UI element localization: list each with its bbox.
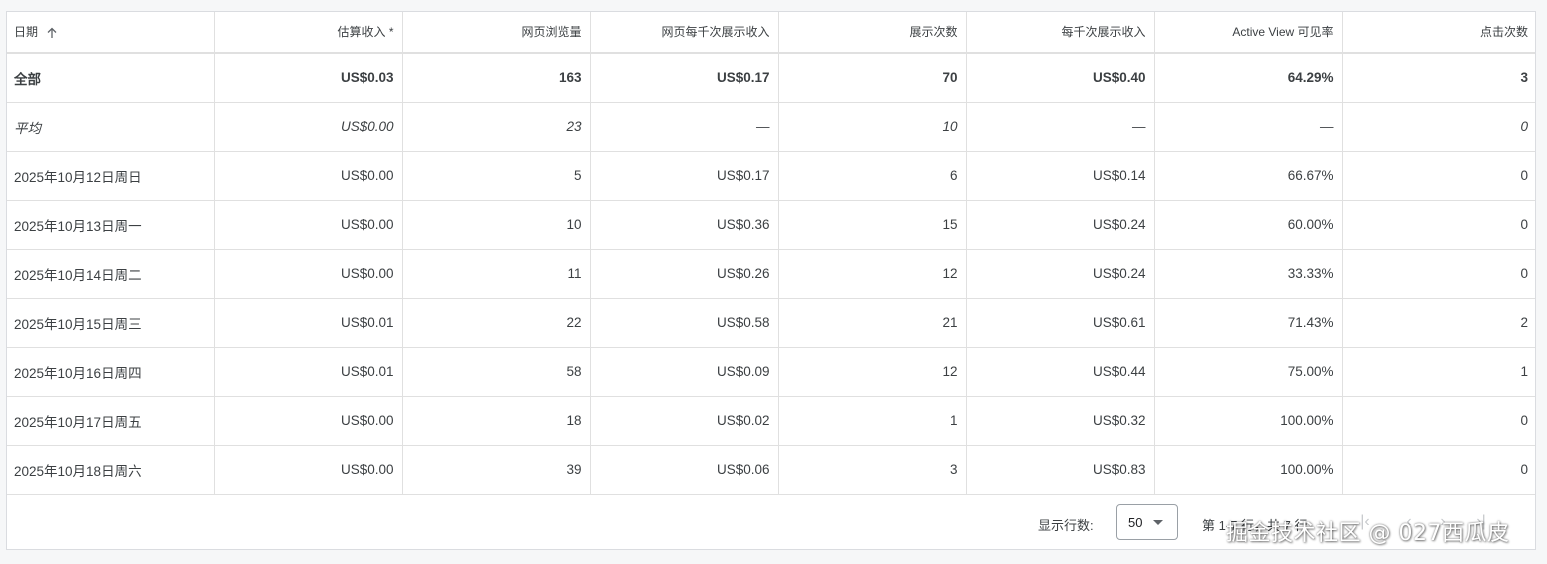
table-cell: 2025年10月16日周四 (7, 347, 215, 397)
table-cell: US$0.24 (966, 249, 1155, 299)
table-cell: 100.00% (1154, 445, 1343, 495)
column-header-estimated-revenue[interactable]: 估算收入 * (214, 12, 403, 54)
table-cell: — (966, 102, 1155, 152)
average-row: 平均 US$0.00 23 — 10 — — 0 (7, 102, 1535, 152)
column-header-active-view-viewable[interactable]: Active View 可见率 (1154, 12, 1343, 54)
table-cell: 0 (1342, 445, 1535, 495)
report-table: 日期 估算收入 * 网页浏览量 网页每千次展示收入 展示次数 每千次展示收入 A… (7, 12, 1535, 495)
table-cell: 2025年10月17日周五 (7, 396, 215, 446)
table-cell: US$0.17 (590, 53, 779, 103)
total-row: 全部 US$0.03 163 US$0.17 70 US$0.40 64.29%… (7, 53, 1535, 103)
column-header-impressions[interactable]: 展示次数 (778, 12, 967, 54)
table-cell: 0 (1342, 151, 1535, 201)
table-cell: US$0.01 (214, 298, 403, 348)
watermark: 掘金技术社区 @ 027西瓜皮 (1226, 521, 1510, 546)
table-cell: 39 (402, 445, 591, 495)
rows-per-page-label: 显示行数: (1038, 518, 1094, 533)
table-cell: 3 (778, 445, 967, 495)
table-cell: 0 (1342, 396, 1535, 446)
table-row: 2025年10月17日周五 US$0.00 18 US$0.02 1 US$0.… (7, 396, 1535, 446)
table-cell: US$0.32 (966, 396, 1155, 446)
table-cell: 100.00% (1154, 396, 1343, 446)
table-cell: US$0.00 (214, 445, 403, 495)
table-cell: — (590, 102, 779, 152)
table-row: 2025年10月13日周一 US$0.00 10 US$0.36 15 US$0… (7, 200, 1535, 250)
table-cell: 6 (778, 151, 967, 201)
table-cell: 22 (402, 298, 591, 348)
table-cell: US$0.83 (966, 445, 1155, 495)
table-cell: 0 (1342, 249, 1535, 299)
table-cell: 12 (778, 347, 967, 397)
table-cell: 1 (1342, 347, 1535, 397)
table-cell: 18 (402, 396, 591, 446)
table-cell: US$0.00 (214, 396, 403, 446)
table-cell: 33.33% (1154, 249, 1343, 299)
table-cell: 1 (778, 396, 967, 446)
table-cell: 21 (778, 298, 967, 348)
table-cell: 60.00% (1154, 200, 1343, 250)
table-cell: US$0.09 (590, 347, 779, 397)
table-cell: US$0.14 (966, 151, 1155, 201)
table-row: 2025年10月18日周六 US$0.00 39 US$0.06 3 US$0.… (7, 445, 1535, 495)
table-cell: 2025年10月18日周六 (7, 445, 215, 495)
column-header-page-views[interactable]: 网页浏览量 (402, 12, 591, 54)
table-cell: — (1154, 102, 1343, 152)
table-cell: US$0.00 (214, 249, 403, 299)
table-cell: US$0.01 (214, 347, 403, 397)
table-cell: 58 (402, 347, 591, 397)
table-cell: 66.67% (1154, 151, 1343, 201)
column-header-page-rpm[interactable]: 网页每千次展示收入 (590, 12, 779, 54)
table-cell: 2025年10月15日周三 (7, 298, 215, 348)
table-row: 2025年10月15日周三 US$0.01 22 US$0.58 21 US$0… (7, 298, 1535, 348)
table-cell: US$0.00 (214, 200, 403, 250)
table-cell: 70 (778, 53, 967, 103)
table-cell: 64.29% (1154, 53, 1343, 103)
table-cell: US$0.61 (966, 298, 1155, 348)
table-row: 2025年10月14日周二 US$0.00 11 US$0.26 12 US$0… (7, 249, 1535, 299)
rows-per-page-value: 50 (1128, 515, 1143, 530)
table-cell: 23 (402, 102, 591, 152)
table-cell: US$0.40 (966, 53, 1155, 103)
table-cell: US$0.02 (590, 396, 779, 446)
table-cell: 10 (778, 102, 967, 152)
table-cell: 10 (402, 200, 591, 250)
table-cell: 0 (1342, 200, 1535, 250)
table-cell: 2 (1342, 298, 1535, 348)
table-cell: US$0.26 (590, 249, 779, 299)
arrow-up-icon[interactable] (46, 27, 58, 39)
column-header-impression-rpm[interactable]: 每千次展示收入 (966, 12, 1155, 54)
table-cell: US$0.06 (590, 445, 779, 495)
table-cell: 163 (402, 53, 591, 103)
table-cell: 2025年10月13日周一 (7, 200, 215, 250)
report-card: 日期 估算收入 * 网页浏览量 网页每千次展示收入 展示次数 每千次展示收入 A… (6, 11, 1536, 550)
table-cell: 2025年10月12日周日 (7, 151, 215, 201)
table-cell: 0 (1342, 102, 1535, 152)
table-cell: 11 (402, 249, 591, 299)
table-cell: US$0.58 (590, 298, 779, 348)
rows-per-page-select[interactable]: 50 (1116, 504, 1178, 540)
table-cell: 3 (1342, 53, 1535, 103)
table-cell: 15 (778, 200, 967, 250)
table-cell: 71.43% (1154, 298, 1343, 348)
table-cell: 75.00% (1154, 347, 1343, 397)
table-cell: US$0.00 (214, 102, 403, 152)
table-cell: US$0.17 (590, 151, 779, 201)
table-cell: 5 (402, 151, 591, 201)
table-cell: 2025年10月14日周二 (7, 249, 215, 299)
table-cell: US$0.24 (966, 200, 1155, 250)
column-header-date[interactable]: 日期 (7, 12, 215, 54)
table-cell: US$0.03 (214, 53, 403, 103)
table-cell: 全部 (7, 53, 215, 103)
table-cell: 平均 (7, 102, 215, 152)
column-header-label: 日期 (14, 25, 39, 39)
table-cell: US$0.00 (214, 151, 403, 201)
table-row: 2025年10月12日周日 US$0.00 5 US$0.17 6 US$0.1… (7, 151, 1535, 201)
column-header-clicks[interactable]: 点击次数 (1342, 12, 1535, 54)
caret-down-icon (1153, 520, 1163, 525)
table-cell: 12 (778, 249, 967, 299)
table-cell: US$0.44 (966, 347, 1155, 397)
header-row: 日期 估算收入 * 网页浏览量 网页每千次展示收入 展示次数 每千次展示收入 A… (7, 12, 1535, 54)
table-row: 2025年10月16日周四 US$0.01 58 US$0.09 12 US$0… (7, 347, 1535, 397)
table-cell: US$0.36 (590, 200, 779, 250)
